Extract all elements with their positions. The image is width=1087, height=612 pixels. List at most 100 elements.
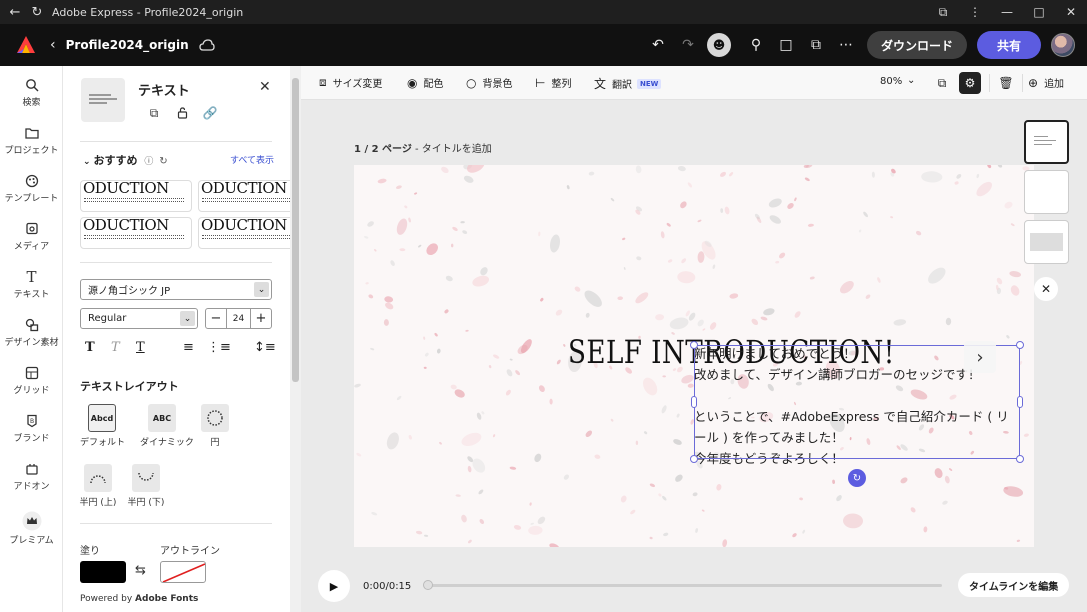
rail-item-addons[interactable]: アドオン — [0, 460, 63, 492]
color-scheme-button[interactable]: ◉ 配色 — [407, 75, 443, 91]
share-button[interactable]: 共有 — [976, 31, 1041, 59]
rail-item-grid[interactable]: グリッド — [0, 364, 63, 396]
more-horizontal-icon[interactable]: ⋯ — [833, 32, 859, 58]
maximize-button[interactable]: □ — [1023, 0, 1055, 24]
page-title-placeholder[interactable]: タイトルを追加 — [422, 144, 492, 155]
petal — [426, 243, 438, 256]
page-indicator[interactable]: 1 / 2 ページ - タイトルを追加 — [354, 140, 492, 155]
layers-settings-icon[interactable]: ⚙ — [959, 72, 981, 94]
resize-button[interactable]: ⧈ サイズ変更 — [319, 75, 382, 90]
font-size-stepper[interactable]: − 24 + — [205, 308, 272, 329]
avatar[interactable] — [1051, 33, 1075, 57]
more-vertical-icon[interactable]: ⋮ — [959, 0, 991, 24]
edit-timeline-button[interactable]: タイムラインを編集 — [958, 573, 1070, 597]
duplicate-icon[interactable]: ⧉ — [140, 104, 168, 122]
layout-option-circle[interactable]: 円 — [193, 404, 237, 448]
background-color-button[interactable]: ○ 背景色 — [466, 75, 512, 91]
panel-scrollbar[interactable] — [290, 66, 301, 612]
back-arrow-icon[interactable]: ← — [4, 0, 26, 24]
rail-item-design-elements[interactable]: デザイン素材 — [0, 316, 63, 348]
rail-item-search[interactable]: 検索 — [0, 76, 63, 108]
rail-label: メディア — [13, 242, 50, 252]
minimize-button[interactable]: — — [991, 0, 1023, 24]
resize-handle-top-left[interactable] — [690, 341, 698, 349]
timeline-track[interactable] — [426, 584, 942, 587]
outline-color-swatch[interactable] — [160, 561, 206, 583]
delete-icon[interactable]: 🗑 — [995, 72, 1017, 94]
recommended-style-card[interactable]: ODUCTION — [198, 180, 290, 212]
adobe-express-logo[interactable] — [16, 35, 36, 55]
download-button[interactable]: ダウンロード — [866, 31, 967, 59]
rail-item-projects[interactable]: プロジェクト — [0, 124, 63, 156]
resize-handle-top-right[interactable] — [1016, 341, 1024, 349]
back-chevron-icon[interactable]: ‹ — [50, 37, 56, 53]
zoom-level[interactable]: 80% — [880, 76, 902, 87]
pages-icon[interactable]: ⧉ — [931, 72, 953, 94]
align-left-icon[interactable]: ≡ — [183, 340, 194, 355]
lightbulb-icon[interactable]: ⚲ — [743, 32, 769, 58]
recommended-style-card[interactable]: ODUCTION — [80, 217, 192, 249]
play-icon[interactable]: ▶ — [318, 570, 350, 602]
page-thumbnail-1[interactable] — [1024, 120, 1069, 164]
petal — [436, 348, 441, 354]
font-weight-select[interactable]: Regular ⌄ — [80, 308, 198, 329]
comment-icon[interactable]: □ — [773, 32, 799, 58]
increase-size-button[interactable]: + — [251, 309, 271, 328]
line-spacing-icon[interactable]: ↕≡ — [254, 340, 276, 355]
italic-icon[interactable]: T — [111, 340, 120, 355]
unlock-icon[interactable] — [168, 104, 196, 122]
rail-item-text[interactable]: T テキスト — [0, 268, 63, 300]
layout-option-semicircle-top[interactable]: 半円 (上) — [76, 464, 120, 508]
resize-handle-bottom-left[interactable] — [690, 455, 698, 463]
font-size-value[interactable]: 24 — [226, 309, 251, 328]
translate-button[interactable]: 文翻訳 NEW — [594, 75, 662, 92]
undo-icon[interactable]: ↶ — [645, 32, 671, 58]
layout-option-dynamic[interactable]: ABC ダイナミック — [140, 404, 194, 448]
close-thumbnails-icon[interactable]: ✕ — [1034, 277, 1058, 301]
duplicate-icon[interactable]: ⧉ — [803, 32, 829, 58]
extension-icon[interactable]: ⧉ — [927, 0, 959, 24]
rotate-handle-icon[interactable]: ↻ — [848, 469, 866, 487]
rail-item-brand[interactable]: B ブランド — [0, 412, 63, 444]
page-thumbnail-2[interactable] — [1024, 170, 1069, 214]
petal — [424, 352, 429, 357]
refresh-icon[interactable]: ↻ — [26, 0, 48, 24]
rail-item-premium[interactable]: プレミアム — [0, 510, 63, 546]
invite-user-icon[interactable]: ☻ — [706, 33, 731, 57]
fill-color-swatch[interactable] — [80, 561, 126, 583]
powered-prefix: Powered by — [80, 594, 133, 604]
show-all-link[interactable]: すべて表示 — [230, 153, 274, 166]
petal — [673, 439, 682, 445]
font-family-select[interactable]: 源ノ角ゴシック JP ⌄ — [80, 279, 272, 300]
next-chevron-icon[interactable]: › — [964, 341, 996, 373]
page-thumbnail-3[interactable] — [1024, 220, 1069, 264]
rail-item-media[interactable]: メディア — [0, 220, 63, 252]
resize-handle-left[interactable] — [691, 396, 697, 408]
timeline-scrubber[interactable] — [423, 580, 433, 590]
resize-handle-bottom-right[interactable] — [1016, 455, 1024, 463]
link-icon[interactable]: 🔗 — [196, 104, 224, 122]
swap-colors-icon[interactable]: ⇆ — [135, 563, 146, 578]
bold-icon[interactable]: T — [85, 340, 95, 355]
recommended-style-card[interactable]: ODUCTION — [198, 217, 290, 249]
decrease-size-button[interactable]: − — [206, 309, 226, 328]
underline-icon[interactable]: T — [136, 340, 145, 355]
layout-option-default[interactable]: Abcd デフォルト — [80, 404, 125, 448]
redo-icon[interactable]: ↷ — [675, 32, 701, 58]
close-panel-icon[interactable]: ✕ — [259, 79, 271, 95]
scrollbar-thumb[interactable] — [292, 78, 299, 382]
add-button[interactable]: ⊕ 追加 — [1028, 75, 1064, 91]
layout-option-semicircle-bottom[interactable]: 半円 (下) — [124, 464, 168, 508]
bullet-list-icon[interactable]: ⋮≡ — [207, 340, 231, 355]
close-window-button[interactable]: ✕ — [1055, 0, 1087, 24]
rail-item-templates[interactable]: テンプレート — [0, 172, 63, 204]
chevron-down-icon[interactable]: ⌄ — [907, 75, 915, 86]
recommended-section-title[interactable]: ⌄ おすすめ ⓘ ↻ — [83, 152, 168, 168]
recommended-style-card[interactable]: ODUCTION — [80, 180, 192, 212]
document-title[interactable]: Profile2024_origin — [66, 38, 189, 52]
resize-handle-right[interactable] — [1017, 396, 1023, 408]
arrange-button[interactable]: ⊢ 整列 — [535, 75, 571, 91]
design-page[interactable]: SELF INTRODUCTION! 新年明けましておめでとう！ 改めまして、デ… — [354, 165, 1034, 547]
refresh-icon[interactable]: ↻ — [159, 156, 167, 167]
info-icon[interactable]: ⓘ — [144, 157, 153, 167]
